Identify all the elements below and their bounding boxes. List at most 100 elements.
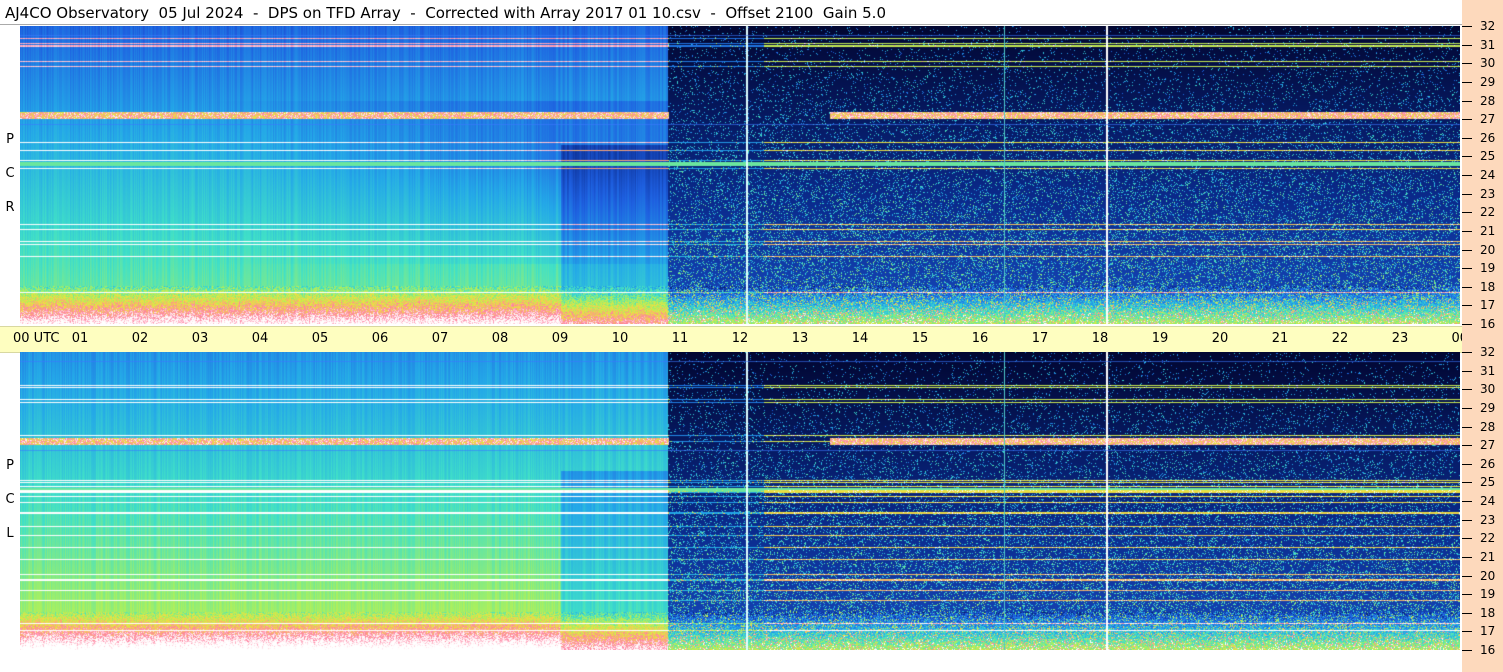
freq-tick-mark [1462,26,1472,27]
lcp-freq-label: 17 [1480,624,1496,639]
rcp-freq-label: 17 [1480,298,1496,313]
time-tick-label: 11 [671,331,689,346]
time-tick-label: 18 [1091,331,1109,346]
freq-tick-mark [1462,501,1472,502]
rcp-freq-label: 19 [1480,261,1496,276]
frequency-axis: 32 31 30 29 28 27 26 25 24 23 22 21 20 19 18 17 16 32 31 30… [1462,0,1503,672]
lcp-freq-label: 31 [1480,363,1496,378]
utc-time-axis: 00 UTC 01 02 03 04 05 06 07 08 09 10 11 12 13 14 15 16 17… [0,326,1500,353]
time-tick-label: 21 [1271,331,1289,346]
freq-tick-mark [1462,631,1472,633]
time-tick-label: 22 [1331,331,1349,346]
time-tick-label: 00 UTC [13,331,60,346]
rcp-freq-label: 23 [1480,186,1496,201]
freq-tick-mark [1462,81,1472,83]
lcp-letter-c: C [5,492,15,507]
rcp-freq-label: 22 [1480,205,1496,220]
lcp-freq-label: 25 [1480,475,1496,490]
lcp-freq-label: 32 [1480,345,1496,359]
freq-tick-mark [1462,249,1472,251]
lcp-letter-l: L [6,526,14,541]
time-tick-label: 03 [191,331,209,346]
lcp-freq-label: 26 [1480,456,1496,471]
time-tick-label: 13 [791,331,809,346]
lcp-spectrogram-panel [20,352,1460,650]
lcp-freq-label: 24 [1480,494,1496,508]
freq-tick-mark [1462,445,1472,447]
rcp-freq-label: 24 [1480,168,1496,182]
freq-tick-mark [1462,193,1472,195]
time-tick-label: 10 [611,331,629,346]
lcp-freq-label: 20 [1480,568,1496,583]
freq-tick-mark [1462,538,1472,540]
freq-tick-mark [1462,612,1472,614]
rcp-freq-label: 26 [1480,130,1496,145]
spectrogram-figure: AJ4CO Observatory 05 Jul 2024 - DPS on T… [0,0,1503,672]
rcp-freq-label: 27 [1480,112,1496,127]
lcp-freq-label: 28 [1480,419,1496,434]
rcp-freq-label: 21 [1480,223,1496,238]
rcp-letter-p: P [6,132,14,147]
freq-tick-mark [1462,268,1472,270]
time-tick-label: 14 [851,331,869,346]
freq-tick-mark [1462,407,1472,409]
rcp-letter-c: C [5,166,15,181]
freq-tick-mark [1462,594,1472,596]
rcp-freq-label: 28 [1480,93,1496,108]
lcp-freq-label: 22 [1480,531,1496,546]
freq-tick-mark [1462,519,1472,521]
rcp-spectrogram-heatmap [20,26,1460,324]
lcp-spectrogram-heatmap [20,352,1460,650]
freq-tick-mark [1462,137,1472,139]
freq-tick-mark [1462,426,1472,428]
rcp-freq-label: 20 [1480,242,1496,257]
freq-tick-mark [1462,100,1472,102]
lcp-freq-label: 16 [1480,643,1496,657]
time-tick-label: 15 [911,331,929,346]
lcp-freq-label: 21 [1480,549,1496,564]
freq-tick-mark [1462,482,1472,484]
time-tick-label: 19 [1151,331,1169,346]
freq-tick-mark [1462,63,1472,65]
freq-tick-mark [1462,575,1472,577]
freq-tick-mark [1462,286,1472,288]
lcp-freq-label: 29 [1480,400,1496,415]
time-tick-label: 23 [1391,331,1409,346]
rcp-freq-label: 25 [1480,149,1496,164]
title-divider [0,24,1462,25]
freq-tick-mark [1462,352,1472,353]
rcp-freq-label: 18 [1480,279,1496,294]
time-tick-label: 06 [371,331,389,346]
rcp-spectrogram-panel [20,26,1460,324]
freq-tick-mark [1462,156,1472,158]
freq-tick-mark [1462,389,1472,391]
freq-tick-mark [1462,324,1472,325]
rcp-letter-r: R [5,200,15,215]
freq-tick-mark [1462,650,1472,651]
lcp-freq-label: 19 [1480,587,1496,602]
chart-title: AJ4CO Observatory 05 Jul 2024 - DPS on T… [5,4,886,22]
time-tick-label: 17 [1031,331,1049,346]
lcp-freq-label: 30 [1480,382,1496,397]
freq-tick-mark [1462,44,1472,46]
time-tick-label: 08 [491,331,509,346]
rcp-freq-label: 31 [1480,37,1496,52]
time-tick-label: 20 [1211,331,1229,346]
rcp-freq-label: 16 [1480,317,1496,331]
freq-tick-mark [1462,463,1472,465]
time-tick-label: 09 [551,331,569,346]
time-tick-label: 01 [71,331,89,346]
freq-tick-mark [1462,305,1472,307]
rcp-freq-label: 29 [1480,74,1496,89]
time-tick-label: 12 [731,331,749,346]
freq-tick-mark [1462,556,1472,558]
lcp-freq-label: 27 [1480,438,1496,453]
time-tick-label: 04 [251,331,269,346]
time-tick-label: 02 [131,331,149,346]
freq-tick-mark [1462,119,1472,121]
lcp-letter-p: P [6,458,14,473]
lcp-freq-label: 23 [1480,512,1496,527]
freq-tick-mark [1462,230,1472,232]
time-tick-label: 07 [431,331,449,346]
rcp-freq-label: 30 [1480,56,1496,71]
